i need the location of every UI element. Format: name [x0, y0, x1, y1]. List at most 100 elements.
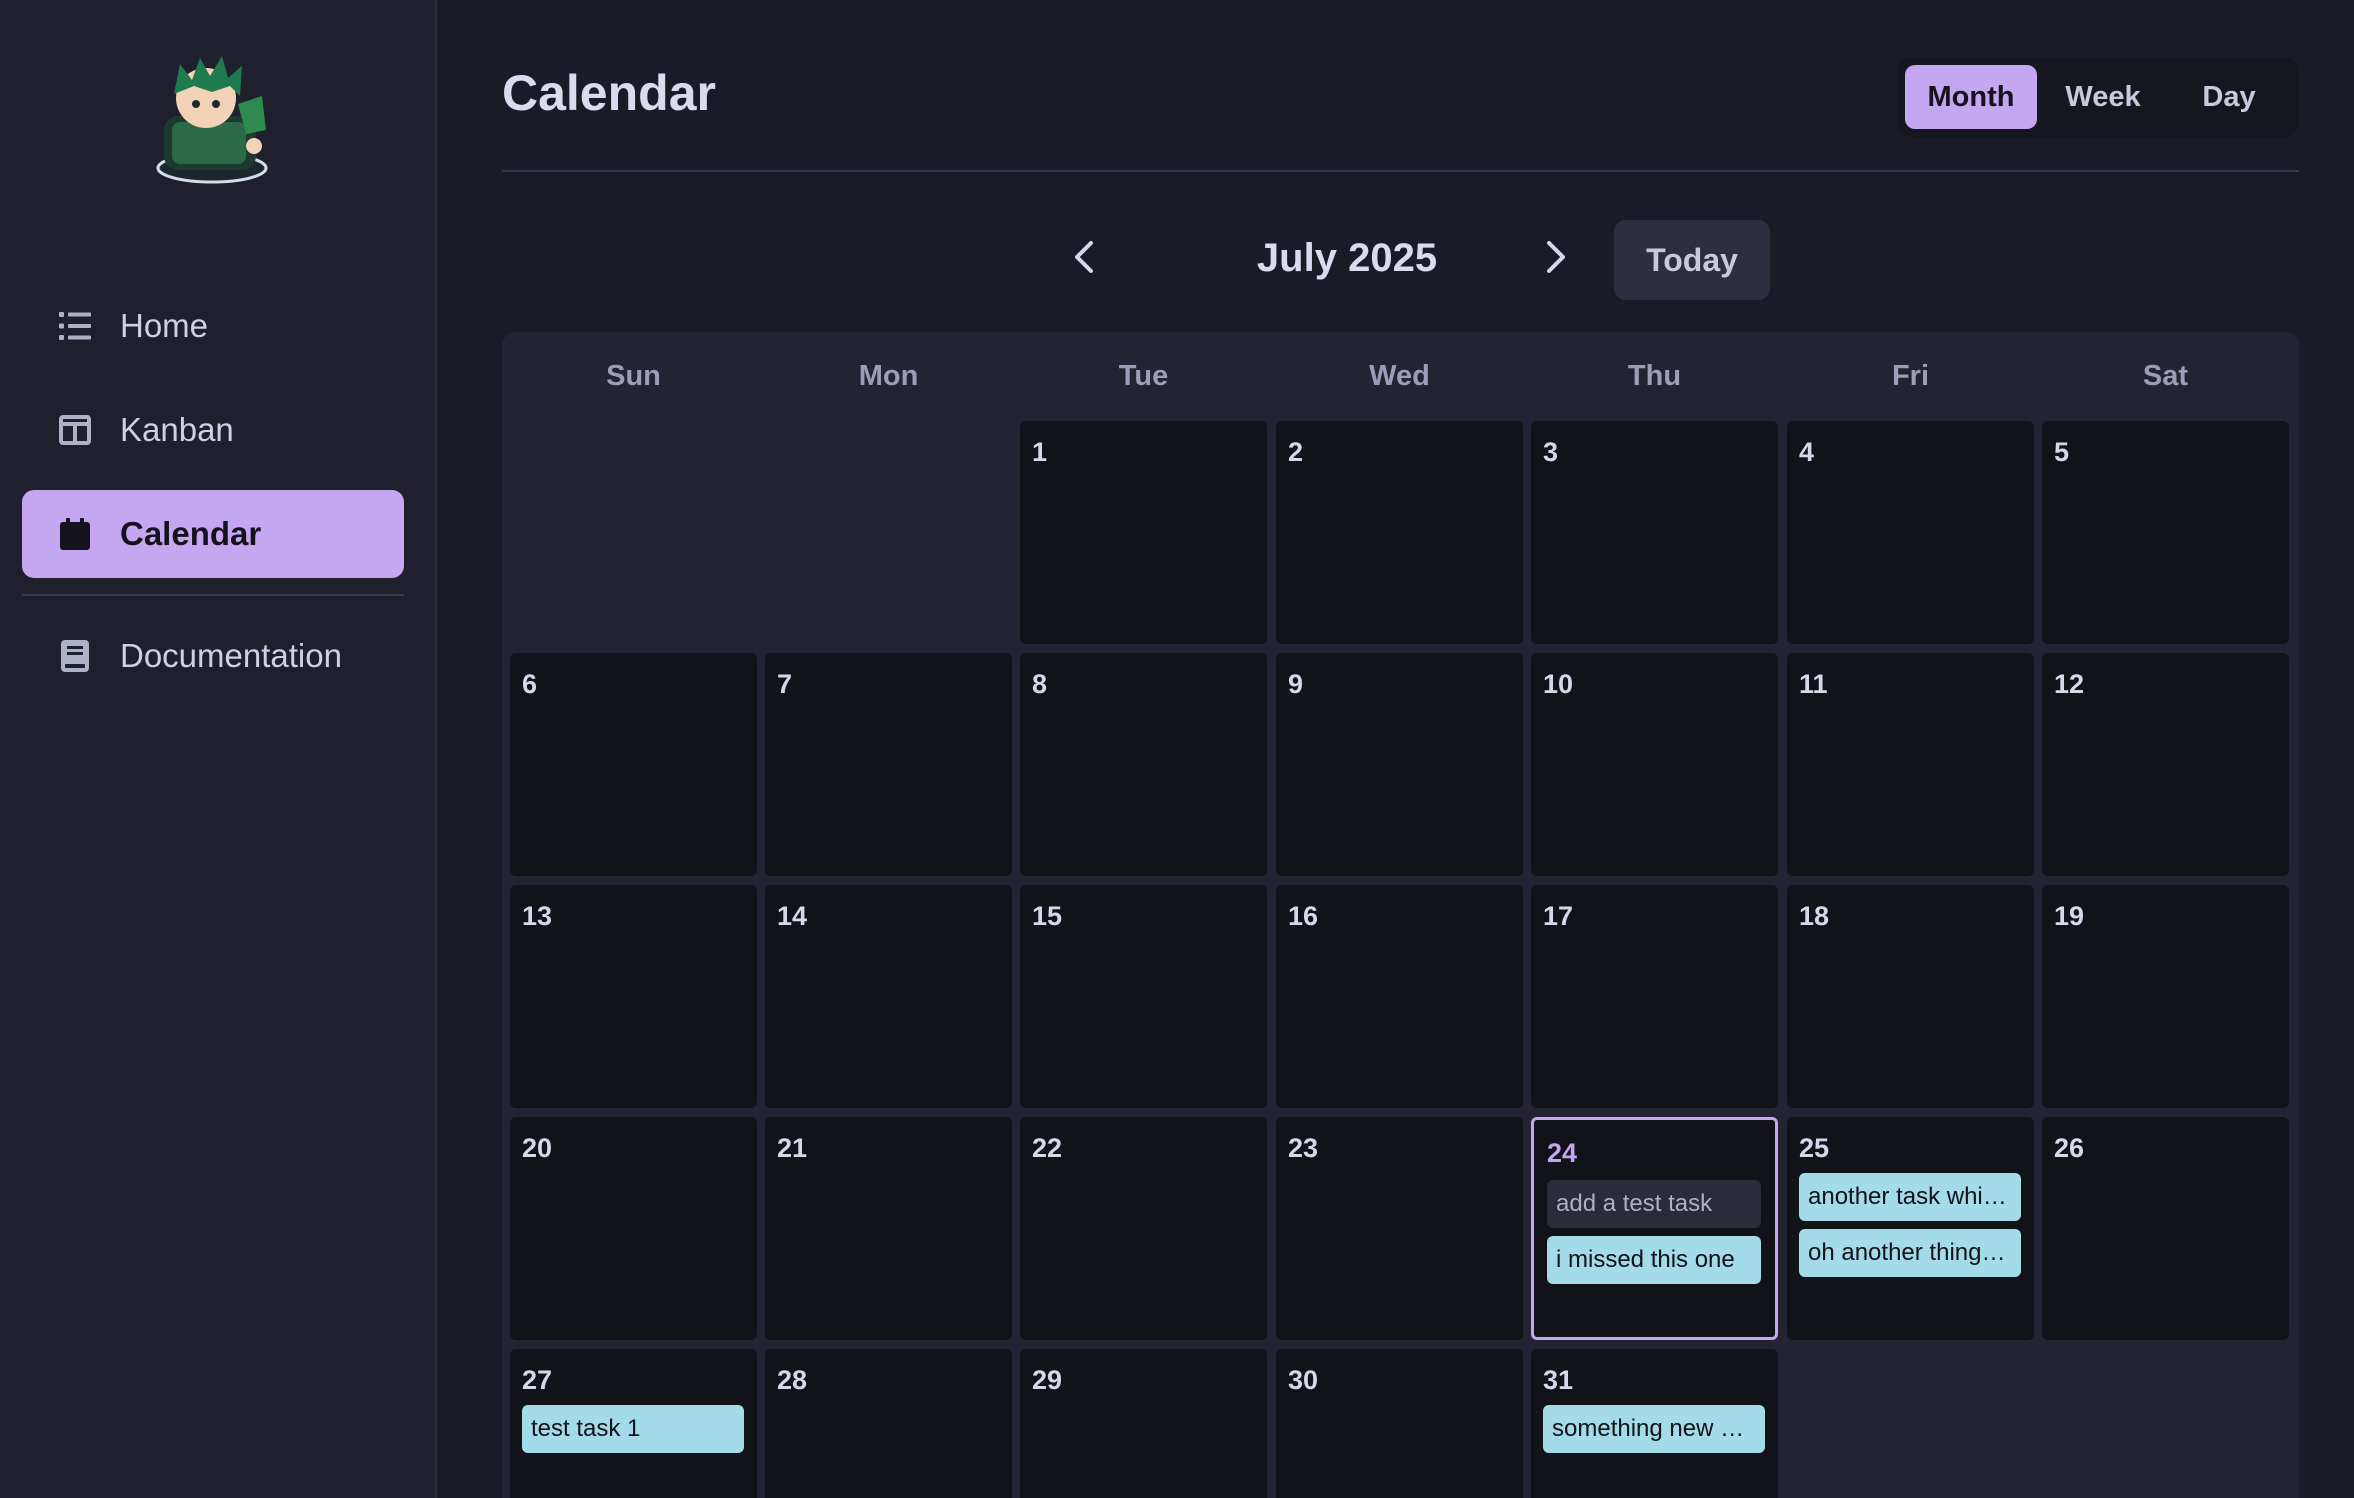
day-cell[interactable]: 16	[1276, 885, 1523, 1108]
view-month-button[interactable]: Month	[1905, 65, 2037, 129]
day-cell-today[interactable]: 24 add a test task i missed this one	[1531, 1117, 1778, 1340]
columns-icon	[56, 411, 94, 449]
header-divider	[502, 170, 2299, 172]
day-cell[interactable]: 29	[1020, 1349, 1267, 1498]
task-chip[interactable]: oh another thing,…	[1799, 1229, 2021, 1277]
day-number: 31	[1543, 1365, 1574, 1395]
day-number: 27	[522, 1365, 553, 1395]
day-number: 20	[522, 1133, 553, 1163]
day-cell[interactable]: 13	[510, 885, 757, 1108]
day-number: 18	[1799, 901, 1830, 931]
task-chip[interactable]: another task whi…	[1799, 1173, 2021, 1221]
view-day-button[interactable]: Day	[2169, 65, 2289, 129]
day-number: 11	[1799, 669, 1828, 699]
day-cell[interactable]: 28	[765, 1349, 1012, 1498]
day-cell[interactable]: 4	[1787, 421, 2034, 644]
weekday-header: Wed	[1369, 360, 1430, 392]
day-cell[interactable]: 30	[1276, 1349, 1523, 1498]
task-chip[interactable]: something new n…	[1543, 1405, 1765, 1453]
day-number: 8	[1032, 669, 1048, 699]
day-number: 10	[1543, 669, 1574, 699]
day-cell[interactable]: 14	[765, 885, 1012, 1108]
weekday-header: Sun	[606, 360, 661, 392]
task-chip[interactable]: i missed this one	[1547, 1236, 1761, 1284]
day-number: 26	[2054, 1133, 2085, 1163]
weekday-header: Mon	[858, 360, 919, 392]
chevron-right-icon	[1545, 239, 1567, 280]
view-switcher: Month Week Day	[1897, 57, 2299, 137]
day-cell[interactable]: 20	[510, 1117, 757, 1340]
day-number: 9	[1288, 669, 1304, 699]
day-cell[interactable]: 23	[1276, 1117, 1523, 1340]
day-cell[interactable]: 31 something new n…	[1531, 1349, 1778, 1498]
book-icon	[56, 637, 94, 675]
calendar-icon	[56, 515, 94, 553]
day-cell[interactable]: 2	[1276, 421, 1523, 644]
weekday-header: Tue	[1118, 360, 1169, 392]
prev-month-button[interactable]	[1054, 218, 1114, 300]
day-number: 30	[1288, 1365, 1319, 1395]
view-week-button[interactable]: Week	[2037, 65, 2169, 129]
main-content: Calendar Month Week Day July 2025 Today …	[437, 0, 2354, 1498]
day-number: 14	[777, 901, 808, 931]
day-cell[interactable]: 19	[2042, 885, 2289, 1108]
day-cell[interactable]: 3	[1531, 421, 1778, 644]
sidebar-item-label: Kanban	[120, 411, 234, 448]
day-cell[interactable]: 8	[1020, 653, 1267, 876]
day-number: 21	[777, 1133, 808, 1163]
day-cell[interactable]: 27 test task 1	[510, 1349, 757, 1498]
sidebar: Home Kanban Calendar Documentation	[0, 0, 437, 1498]
weekday-header: Fri	[1891, 360, 1930, 392]
day-number: 3	[1543, 437, 1559, 467]
day-number: 4	[1799, 437, 1815, 467]
day-number: 15	[1032, 901, 1063, 931]
app-window: Home Kanban Calendar Documentation Calen…	[0, 0, 2354, 1498]
day-number: 19	[2054, 901, 2085, 931]
weekday-header: Sat	[2142, 360, 2189, 392]
day-number: 17	[1543, 901, 1574, 931]
day-cell[interactable]: 25 another task whi… oh another thing,…	[1787, 1117, 2034, 1340]
day-cell[interactable]: 10	[1531, 653, 1778, 876]
day-cell[interactable]: 15	[1020, 885, 1267, 1108]
next-month-button[interactable]	[1526, 218, 1586, 300]
avatar-logo	[150, 52, 276, 188]
task-chip[interactable]: test task 1	[522, 1405, 744, 1453]
day-number: 5	[2054, 437, 2070, 467]
day-number: 1	[1032, 437, 1048, 467]
day-cell[interactable]: 5	[2042, 421, 2289, 644]
sidebar-item-label: Home	[120, 307, 209, 344]
day-cell[interactable]: 12	[2042, 653, 2289, 876]
sidebar-item-home[interactable]: Home	[22, 282, 404, 370]
day-cell[interactable]: 11	[1787, 653, 2034, 876]
today-button[interactable]: Today	[1614, 220, 1770, 300]
day-cell[interactable]: 7	[765, 653, 1012, 876]
day-cell[interactable]: 21	[765, 1117, 1012, 1340]
day-number: 16	[1288, 901, 1319, 931]
sidebar-item-label: Calendar	[120, 515, 262, 552]
sidebar-divider	[22, 594, 404, 596]
sidebar-item-label: Documentation	[120, 637, 342, 674]
day-number: 25	[1799, 1133, 1830, 1163]
day-number: 12	[2054, 669, 2085, 699]
sidebar-item-calendar[interactable]: Calendar	[22, 490, 404, 578]
day-number: 29	[1032, 1365, 1063, 1395]
list-icon	[56, 307, 94, 345]
day-number: 28	[777, 1365, 808, 1395]
day-cell[interactable]: 9	[1276, 653, 1523, 876]
sidebar-item-documentation[interactable]: Documentation	[22, 612, 404, 700]
day-cell[interactable]: 1	[1020, 421, 1267, 644]
month-grid: Sun Mon Tue Wed Thu Fri Sat 1 2 3 4 5 6 7 8 9 10 11 12 13 14…	[502, 332, 2299, 1498]
day-number: 2	[1288, 437, 1304, 467]
weekday-header: Thu	[1627, 360, 1682, 392]
sidebar-item-kanban[interactable]: Kanban	[22, 386, 404, 474]
day-cell[interactable]: 26	[2042, 1117, 2289, 1340]
day-number: 7	[777, 669, 793, 699]
day-cell[interactable]: 6	[510, 653, 757, 876]
task-chip[interactable]: add a test task	[1547, 1180, 1761, 1228]
chevron-left-icon	[1073, 239, 1095, 280]
day-cell[interactable]: 18	[1787, 885, 2034, 1108]
day-number: 22	[1032, 1133, 1063, 1163]
day-cell[interactable]: 17	[1531, 885, 1778, 1108]
month-label: July 2025	[1256, 236, 1438, 280]
day-cell[interactable]: 22	[1020, 1117, 1267, 1340]
